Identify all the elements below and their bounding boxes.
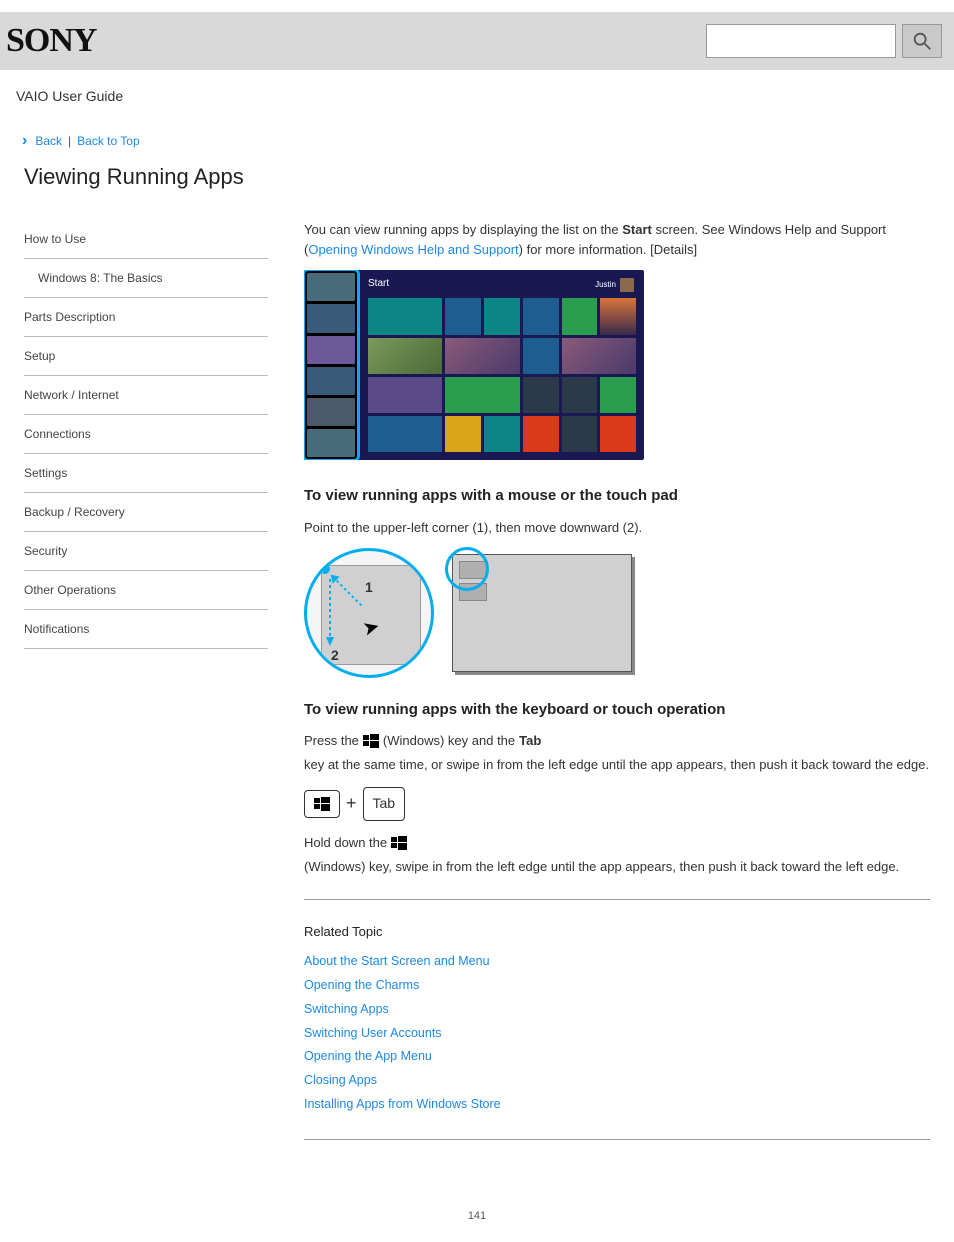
callout-line-icon [419,553,434,571]
related-link[interactable]: Opening the Charms [304,974,930,998]
figure-mouse-corner: 1 2 ➤ [304,548,930,678]
related-link[interactable]: Opening the App Menu [304,1045,930,1069]
separator [304,899,930,900]
key-combo: + Tab [304,787,930,821]
windows-key-icon [391,835,407,851]
header-bar: SONY [0,12,954,70]
keyboard-subhead: To view running apps with the keyboard o… [304,698,930,721]
content-body: You can view running apps by displaying … [304,220,930,1162]
windows-key-icon [363,733,379,749]
sidebar-item[interactable]: Setup [24,337,268,376]
tile-grid [368,298,636,452]
page-number: 141 [0,1210,954,1222]
mouse-subhead: To view running apps with a mouse or the… [304,484,930,507]
sidebar-item[interactable]: Parts Description [24,298,268,337]
sidebar-item[interactable]: How to Use [24,220,268,259]
separator [304,1139,930,1140]
sidebar-item[interactable]: Other Operations [24,571,268,610]
windows-key-icon [314,796,330,812]
mouse-instruction: Point to the upper-left corner (1), then… [304,518,930,538]
sidebar-item[interactable]: Windows 8: The Basics [24,259,268,298]
related-link[interactable]: Switching User Accounts [304,1022,930,1046]
figure-running-apps: Start Justin [304,270,644,460]
related-link[interactable]: Installing Apps from Windows Store [304,1093,930,1117]
crumb-sep: | [68,134,71,148]
related-topic-head: Related Topic [304,922,930,942]
brand-logo: SONY [6,22,96,60]
related-link[interactable]: Switching Apps [304,998,930,1022]
label-2: 2 [331,645,339,667]
page-title: Viewing Running Apps [24,164,954,190]
back-link[interactable]: Back [35,134,62,148]
doc-title: VAIO User Guide [16,88,954,104]
sidebar-item[interactable]: Backup / Recovery [24,493,268,532]
search-group [706,24,942,58]
sidebar-item[interactable]: Notifications [24,610,268,649]
sidebar-item[interactable]: Connections [24,415,268,454]
sidebar-item[interactable]: Network / Internet [24,376,268,415]
sidebar-item[interactable]: Settings [24,454,268,493]
chevron-right-icon: › [22,132,27,150]
windows-key [304,790,340,818]
intro-paragraph: You can view running apps by displaying … [304,220,930,260]
label-1: 1 [365,577,373,599]
search-icon [911,30,933,52]
keyboard-instruction: Press the (Windows) key and the Tab key … [304,731,930,775]
arrow-down-icon [325,579,335,647]
back-to-top-link[interactable]: Back to Top [77,134,139,148]
plus-icon: + [346,790,357,818]
tab-key: Tab [363,787,406,821]
start-label: Start [368,276,389,292]
sidebar: How to Use Windows 8: The Basics Parts D… [24,220,304,1162]
search-button[interactable] [902,24,942,58]
help-link[interactable]: Opening Windows Help and Support [308,242,518,257]
breadcrumb: › Back | Back to Top [22,132,954,150]
sidebar-item[interactable]: Security [24,532,268,571]
search-input[interactable] [706,24,896,58]
user-corner: Justin [595,278,634,292]
related-link[interactable]: About the Start Screen and Menu [304,950,930,974]
hold-instruction: Hold down the (Windows) key, swipe in fr… [304,833,930,877]
related-link[interactable]: Closing Apps [304,1069,930,1093]
